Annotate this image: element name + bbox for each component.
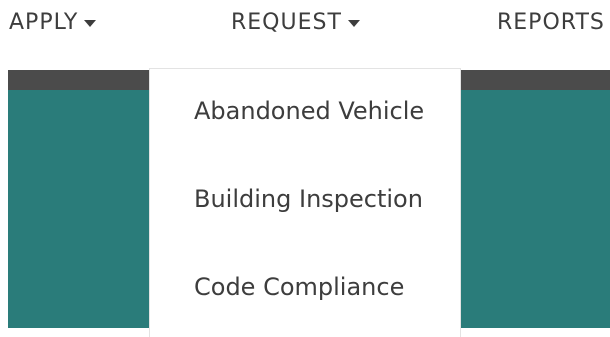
nav-apply-label: APPLY bbox=[9, 9, 79, 35]
nav-apply[interactable]: APPLY bbox=[9, 8, 97, 36]
request-dropdown-menu: Abandoned Vehicle Building Inspection Co… bbox=[150, 69, 460, 337]
nav-request-label: REQUEST bbox=[231, 9, 342, 35]
nav-reports-label: REPORTS bbox=[497, 9, 605, 35]
menu-item-building-inspection[interactable]: Building Inspection bbox=[194, 180, 444, 218]
nav-request[interactable]: REQUEST bbox=[231, 8, 360, 36]
top-nav: APPLY REQUEST REPORTS bbox=[0, 0, 610, 44]
caret-down-icon bbox=[347, 19, 360, 27]
menu-item-abandoned-vehicle[interactable]: Abandoned Vehicle bbox=[194, 92, 444, 130]
page: APPLY REQUEST REPORTS Abandoned Vehicle … bbox=[0, 0, 610, 337]
menu-item-code-compliance[interactable]: Code Compliance bbox=[194, 268, 444, 306]
nav-reports[interactable]: REPORTS bbox=[497, 8, 605, 36]
caret-down-icon bbox=[84, 19, 97, 27]
